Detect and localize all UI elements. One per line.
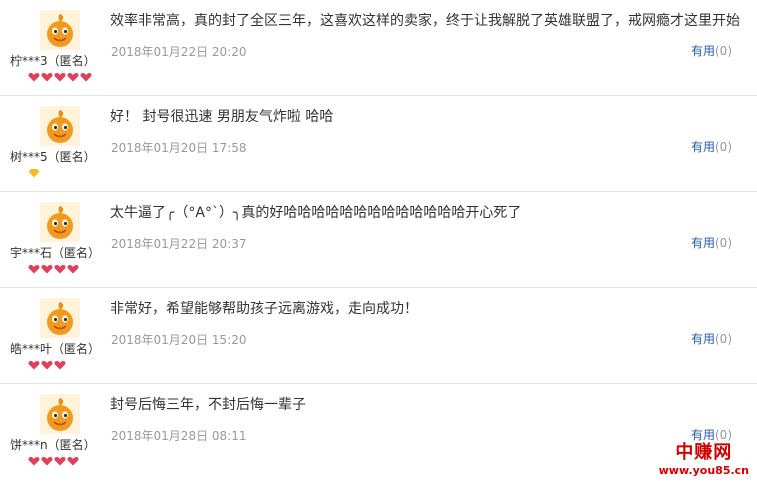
watermark-title: 中赚网 — [675, 442, 733, 463]
avatar — [40, 202, 80, 242]
avatar — [40, 10, 80, 50]
reviewer-name: 树***5（匿名） — [10, 150, 96, 164]
heart-badge-icon — [41, 361, 53, 370]
helpful-button[interactable]: 有用(0) — [691, 234, 732, 251]
helpful-count: (0) — [715, 44, 732, 58]
credit-badges — [28, 360, 66, 372]
heart-badge-icon — [54, 73, 66, 82]
reviewer-name: 宇***石（匿名） — [10, 246, 101, 260]
heart-badge-icon — [41, 457, 53, 466]
review-time: 2018年01月22日 20:37 — [111, 237, 247, 251]
heart-badge-icon — [67, 457, 79, 466]
review-item: 宇***石（匿名） 太牛逼了╭（°A°`）╮真的好哈哈哈哈哈哈哈哈哈哈哈哈哈开心… — [0, 192, 757, 288]
site-watermark: 中赚网 www.you85.cn — [659, 438, 749, 477]
reviewer-name: 饼***n（匿名） — [10, 438, 96, 452]
review-content: 好！ 封号很迅速 男朋友气炸啦 哈哈 — [110, 109, 334, 125]
helpful-count: (0) — [715, 236, 732, 250]
review-content: 效率非常高，真的封了全区三年，这喜欢这样的卖家，终于让我解脱了英雄联盟了，戒网瘾… — [110, 13, 740, 29]
heart-badge-icon — [41, 73, 53, 82]
review-time: 2018年01月20日 15:20 — [111, 333, 247, 347]
review-content: 太牛逼了╭（°A°`）╮真的好哈哈哈哈哈哈哈哈哈哈哈哈哈开心死了 — [110, 205, 522, 221]
heart-badge-icon — [54, 457, 66, 466]
review-item: 饼***n（匿名） 封号后悔三年，不封后悔一辈子 2018年01月28日 08:… — [0, 384, 757, 480]
heart-badge-icon — [54, 265, 66, 274]
helpful-label[interactable]: 有用 — [691, 44, 715, 58]
helpful-button[interactable]: 有用(0) — [691, 330, 732, 347]
heart-badge-icon — [54, 361, 66, 370]
heart-badge-icon — [67, 265, 79, 274]
diamond-badge-icon — [28, 169, 40, 178]
avatar — [40, 106, 80, 146]
review-item: 皓***叶（匿名） 非常好，希望能够帮助孩子远离游戏，走向成功！ 2018年01… — [0, 288, 757, 384]
helpful-label[interactable]: 有用 — [691, 236, 715, 250]
heart-badge-icon — [28, 73, 40, 82]
helpful-count: (0) — [715, 332, 732, 346]
heart-badge-icon — [41, 265, 53, 274]
credit-badges — [28, 72, 92, 84]
review-time: 2018年01月28日 08:11 — [111, 429, 247, 443]
review-content: 非常好，希望能够帮助孩子远离游戏，走向成功！ — [110, 301, 418, 317]
reviewer-name: 柠***3（匿名） — [10, 54, 96, 68]
watermark-url: www.you85.cn — [658, 464, 749, 477]
credit-badges — [28, 456, 79, 468]
helpful-label[interactable]: 有用 — [691, 332, 715, 346]
review-time: 2018年01月20日 17:58 — [111, 141, 247, 155]
heart-badge-icon — [80, 73, 92, 82]
reviewer-name: 皓***叶（匿名） — [10, 342, 101, 356]
credit-badges — [28, 168, 40, 180]
helpful-count: (0) — [715, 140, 732, 154]
helpful-button[interactable]: 有用(0) — [691, 138, 732, 155]
heart-badge-icon — [28, 457, 40, 466]
helpful-label[interactable]: 有用 — [691, 140, 715, 154]
avatar — [40, 394, 80, 434]
review-time: 2018年01月22日 20:20 — [111, 45, 247, 59]
heart-badge-icon — [28, 361, 40, 370]
heart-badge-icon — [67, 73, 79, 82]
helpful-button[interactable]: 有用(0) — [691, 42, 732, 59]
heart-badge-icon — [28, 265, 40, 274]
credit-badges — [28, 264, 79, 276]
review-item: 树***5（匿名） 好！ 封号很迅速 男朋友气炸啦 哈哈 2018年01月20日… — [0, 96, 757, 192]
review-list: 柠***3（匿名） 效率非常高，真的封了全区三年，这喜欢这样的卖家，终于让我解脱… — [0, 0, 757, 480]
review-item: 柠***3（匿名） 效率非常高，真的封了全区三年，这喜欢这样的卖家，终于让我解脱… — [0, 0, 757, 96]
review-content: 封号后悔三年，不封后悔一辈子 — [110, 397, 306, 413]
avatar — [40, 298, 80, 338]
